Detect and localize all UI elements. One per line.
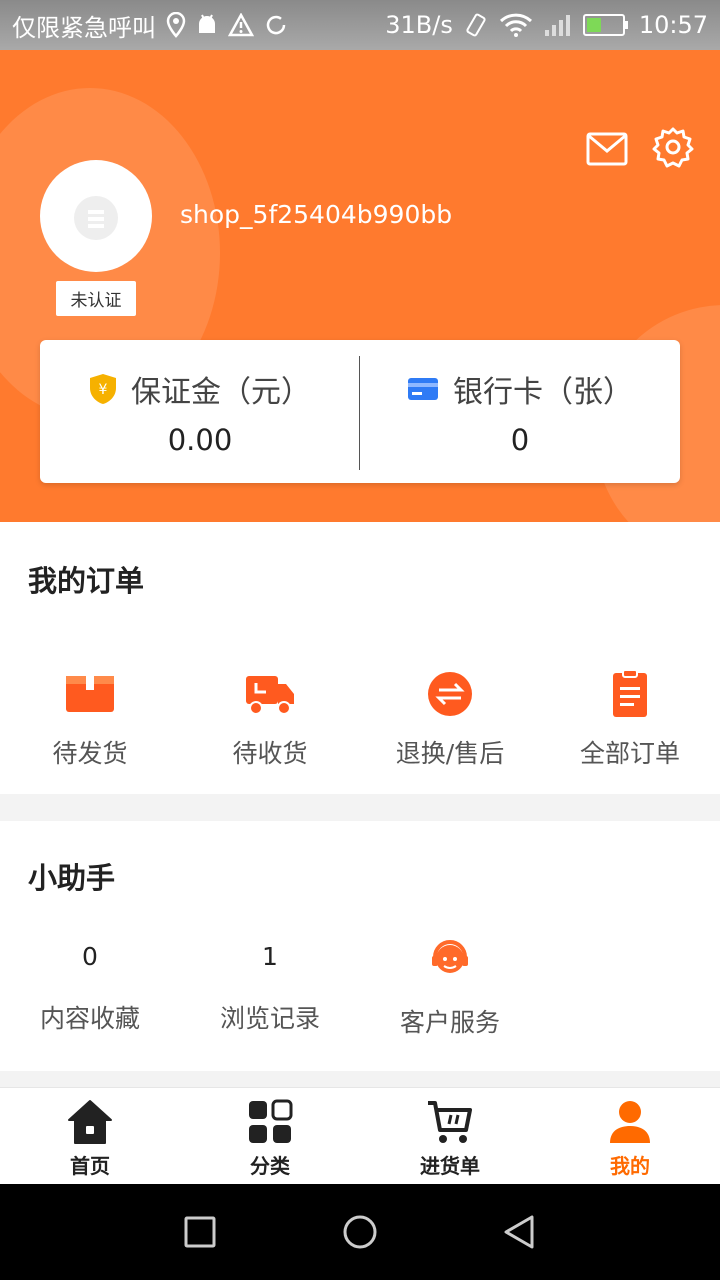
bankcard-stat[interactable]: 银行卡（张） 0	[360, 340, 680, 483]
signal-icon	[543, 12, 573, 38]
avatar[interactable]	[40, 160, 152, 272]
warning-icon	[228, 13, 254, 37]
order-label: 退换/售后	[395, 739, 505, 768]
vibrate-icon	[463, 12, 489, 38]
tab-label: 首页	[70, 1154, 110, 1178]
location-icon	[166, 12, 186, 38]
status-bar: 仅限紧急呼叫 31B/s 10:57	[0, 0, 720, 50]
helper-section: 小助手 0 内容收藏 1 浏览记录 客户服务	[0, 821, 720, 1071]
order-item-all[interactable]: 全部订单	[540, 670, 720, 770]
favorites-count: 0	[82, 942, 98, 971]
order-item-to-ship[interactable]: 待发货	[0, 670, 180, 770]
helper-item-customer-service[interactable]: 客户服务	[360, 939, 540, 1039]
tab-home[interactable]: 首页	[0, 1088, 180, 1184]
mail-icon[interactable]	[586, 132, 628, 166]
deposit-label: 保证金（元）	[131, 374, 311, 410]
order-label: 全部订单	[579, 739, 680, 768]
home-circle-icon[interactable]	[340, 1212, 380, 1252]
clipboard-icon	[613, 670, 647, 717]
grid-icon	[249, 1099, 293, 1143]
tab-category[interactable]: 分类	[180, 1088, 360, 1184]
sync-icon	[264, 13, 288, 37]
helper-label: 客户服务	[399, 1008, 500, 1037]
history-count: 1	[262, 942, 278, 971]
svg-text:¥: ¥	[99, 382, 108, 398]
deposit-value: 0.00	[167, 422, 233, 457]
box-icon	[66, 676, 114, 712]
tab-label: 分类	[250, 1154, 290, 1178]
user-icon	[610, 1101, 650, 1143]
verification-badge[interactable]: 未认证	[56, 281, 136, 316]
helper-title: 小助手	[28, 861, 116, 895]
stats-card: ¥ 保证金（元） 0.00 银行卡（张） 0	[40, 340, 680, 483]
deposit-stat[interactable]: ¥ 保证金（元） 0.00	[40, 340, 360, 483]
bankcard-label: 银行卡（张）	[453, 374, 633, 410]
bankcard-icon	[408, 377, 438, 400]
headset-icon	[432, 940, 468, 973]
order-item-to-receive[interactable]: 待收货	[180, 670, 360, 770]
profile-header: shop_5f25404b990bb 未认证 ¥ 保证金（元） 0.00 银行卡…	[0, 50, 720, 522]
home-icon	[68, 1100, 112, 1144]
clock-text: 10:57	[638, 11, 708, 39]
orders-title: 我的订单	[28, 564, 145, 598]
tab-mine[interactable]: 我的	[540, 1088, 720, 1184]
gear-icon[interactable]	[652, 126, 694, 168]
exchange-icon	[428, 672, 472, 716]
battery-icon	[582, 13, 629, 37]
tab-label: 我的	[610, 1154, 650, 1178]
helper-label: 浏览记录	[219, 1004, 320, 1033]
orders-section: 我的订单 待发货 待收货 退换/售后 全部订单	[0, 522, 720, 794]
username: shop_5f25404b990bb	[180, 200, 453, 229]
shield-yen-icon: ¥	[90, 373, 116, 404]
recent-apps-icon[interactable]	[180, 1212, 220, 1252]
android-icon	[196, 13, 218, 37]
bankcard-value: 0	[510, 422, 530, 457]
cart-icon	[428, 1101, 472, 1143]
divider	[359, 356, 360, 470]
truck-icon	[246, 676, 294, 715]
tab-label: 进货单	[420, 1154, 480, 1178]
order-item-after-sales[interactable]: 退换/售后	[360, 670, 540, 770]
network-speed: 31B/s	[385, 11, 453, 39]
order-label: 待发货	[52, 739, 128, 768]
helper-item-history[interactable]: 1 浏览记录	[180, 939, 360, 1039]
carrier-text: 仅限紧急呼叫	[12, 13, 156, 42]
back-icon[interactable]	[500, 1212, 540, 1252]
wifi-icon	[499, 12, 533, 38]
bottom-tab-bar: 首页 分类 进货单 我的	[0, 1087, 720, 1184]
default-avatar-icon	[74, 196, 118, 240]
order-label: 待收货	[232, 739, 308, 768]
tab-cart[interactable]: 进货单	[360, 1088, 540, 1184]
system-nav-bar	[0, 1184, 720, 1280]
helper-label: 内容收藏	[39, 1004, 140, 1033]
helper-item-favorites[interactable]: 0 内容收藏	[0, 939, 180, 1039]
